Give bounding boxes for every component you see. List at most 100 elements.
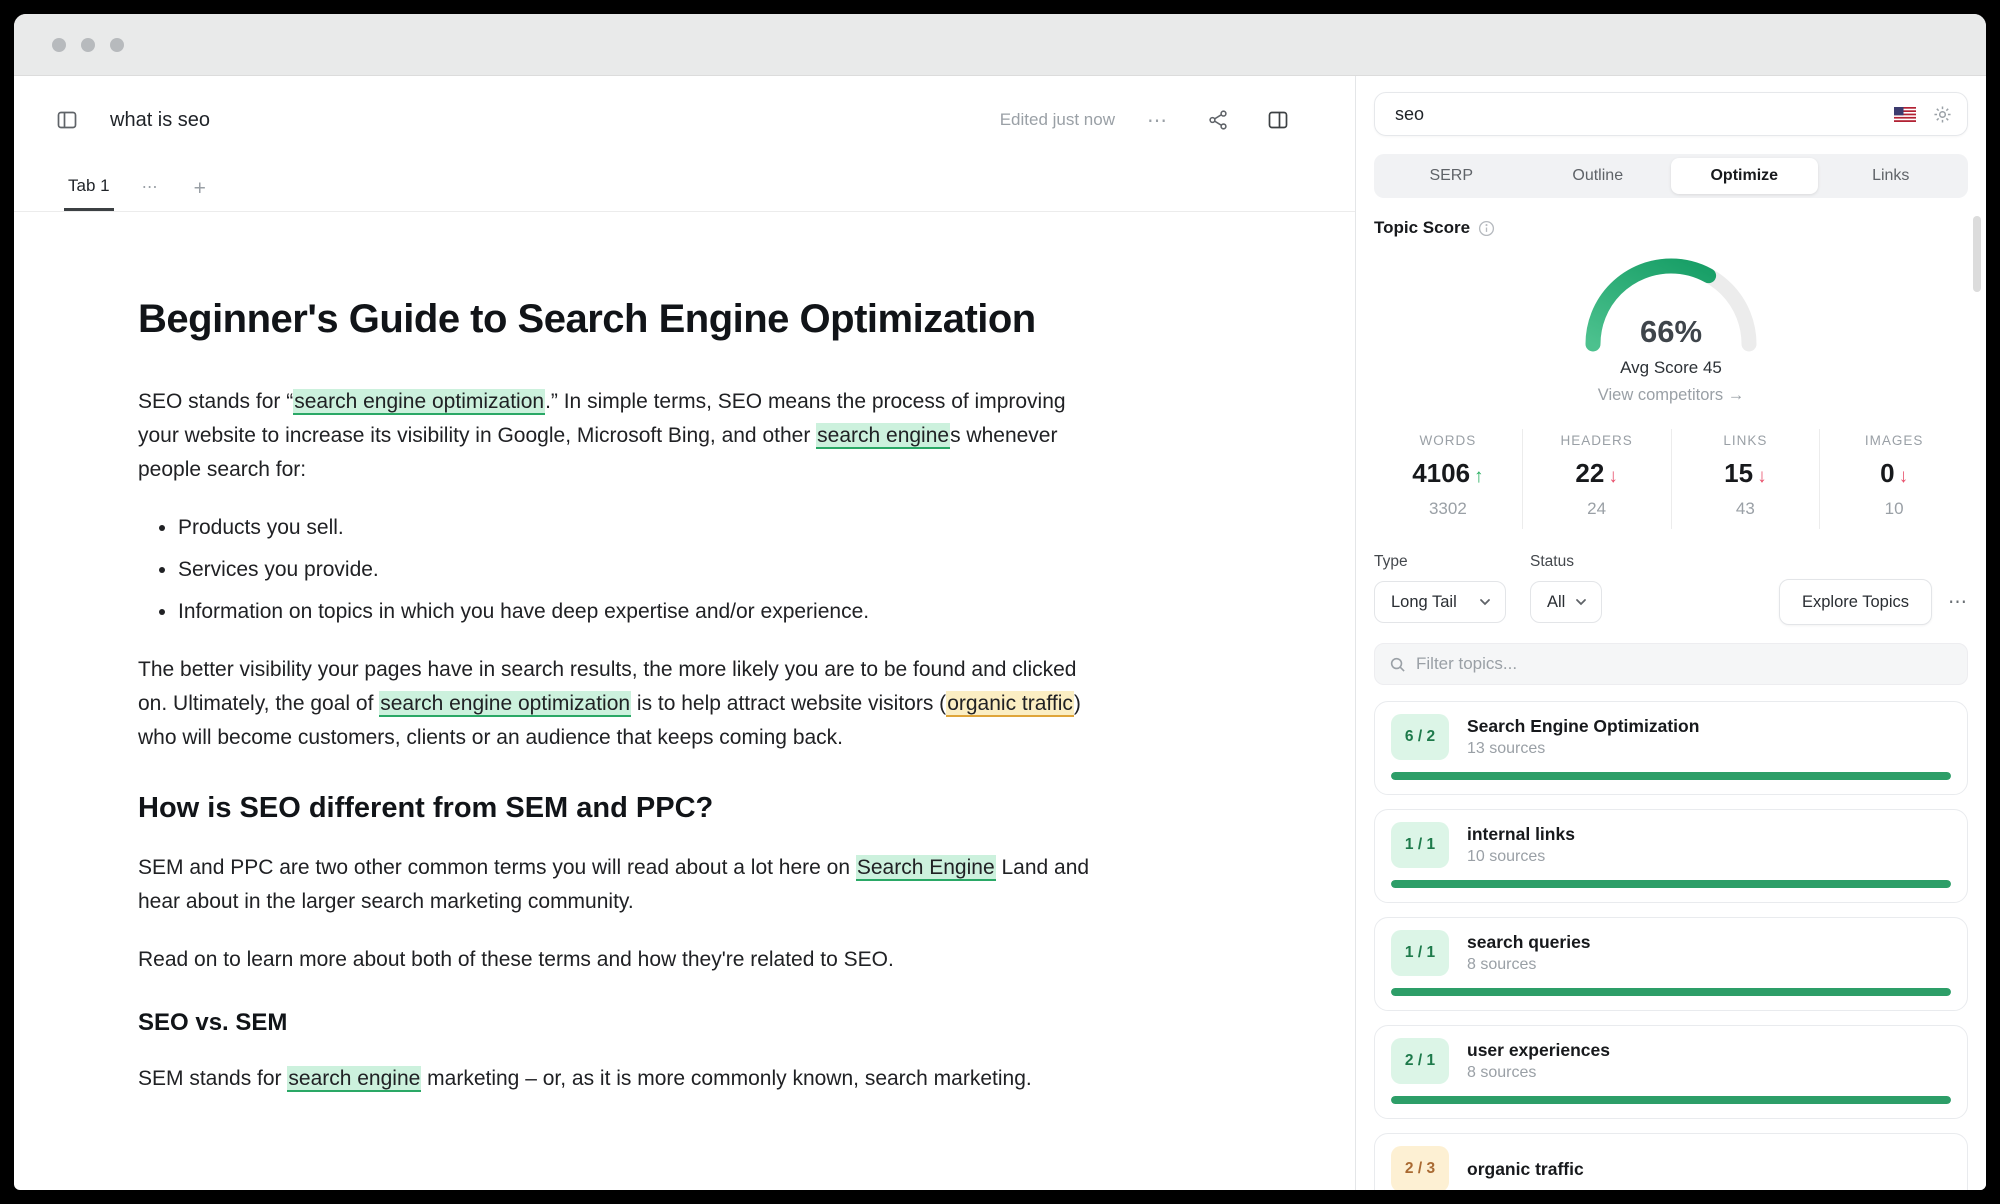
topic-usage-badge: 1 / 1 bbox=[1391, 822, 1449, 868]
topic-card[interactable]: 2 / 3 organic traffic bbox=[1374, 1133, 1968, 1190]
tab-bar: Tab 1 ⋯ + bbox=[14, 164, 1355, 212]
topic-usage-badge: 2 / 1 bbox=[1391, 1038, 1449, 1084]
topics-more-icon[interactable]: ⋯ bbox=[1948, 591, 1968, 614]
document-more-icon[interactable]: ⋯ bbox=[1141, 102, 1175, 139]
bullet-item: Information on topics in which you have … bbox=[178, 595, 1098, 629]
term-highlight-green: search engine bbox=[287, 1066, 422, 1092]
share-icon[interactable] bbox=[1201, 103, 1235, 137]
traffic-light-maximize[interactable] bbox=[110, 37, 124, 52]
term-highlight-green: search engine bbox=[816, 423, 951, 449]
topic-card[interactable]: 6 / 2 Search Engine Optimization 13 source… bbox=[1374, 701, 1968, 795]
panel-tab-optimize[interactable]: Optimize bbox=[1671, 158, 1818, 194]
stat-target: 43 bbox=[1735, 499, 1755, 518]
info-icon[interactable] bbox=[1478, 220, 1495, 237]
type-label: Type bbox=[1374, 553, 1408, 570]
paragraph: Read on to learn more about both of thes… bbox=[138, 943, 1098, 977]
trend-down-icon: ↓ bbox=[1757, 466, 1767, 487]
stat-value: 22 ↓ bbox=[1575, 458, 1618, 488]
panel-scrollbar[interactable] bbox=[1973, 216, 1981, 292]
topic-title: Search Engine Optimization bbox=[1467, 716, 1700, 736]
topic-progress-bar bbox=[1391, 772, 1951, 780]
term-highlight-green: Search Engine bbox=[855, 855, 996, 881]
stat-label: IMAGES bbox=[1864, 433, 1924, 448]
filter-topics-input[interactable] bbox=[1416, 654, 1953, 674]
stat-headers: HEADERS 22 ↓ 24 bbox=[1523, 429, 1672, 529]
term-highlight-green: search engine optimization bbox=[293, 389, 546, 415]
tab-1[interactable]: Tab 1 bbox=[64, 176, 114, 211]
text-run: SEO vs. SEM bbox=[138, 1009, 288, 1036]
sidebar-toggle-icon[interactable] bbox=[50, 103, 84, 137]
arrow-right-icon: → bbox=[1727, 386, 1745, 404]
stat-label: LINKS bbox=[1723, 433, 1768, 448]
page-title: what is seo bbox=[110, 108, 211, 131]
traffic-light-minimize[interactable] bbox=[81, 37, 95, 52]
text-run: SEM stands for bbox=[138, 1067, 288, 1090]
bullet-list: Products you sell. Services you provide. I… bbox=[138, 511, 1098, 629]
text-run: How is SEO different from SEM and PPC? bbox=[138, 792, 714, 824]
topic-sources: 10 sources bbox=[1467, 848, 1546, 865]
us-flag-icon[interactable] bbox=[1894, 106, 1916, 122]
type-dropdown[interactable]: Long Tail bbox=[1374, 581, 1506, 623]
optimize-panel: SERPOutlineOptimizeLinks Topic Score bbox=[1356, 76, 1986, 1190]
panel-tab-outline[interactable]: Outline bbox=[1525, 158, 1672, 194]
topic-sources: 8 sources bbox=[1467, 956, 1537, 973]
traffic-light-close[interactable] bbox=[52, 37, 66, 52]
document-body: Beginner's Guide to Search Engine Optimi… bbox=[138, 294, 1098, 1096]
main-area: what is seo Edited just now ⋯ Tab 1 ⋯ + … bbox=[14, 76, 1986, 1190]
paragraph: SEM stands for search engine marketing –… bbox=[138, 1062, 1098, 1096]
window-titlebar bbox=[14, 14, 1986, 76]
panel-tab-links[interactable]: Links bbox=[1818, 158, 1965, 194]
settings-gear-icon[interactable] bbox=[1932, 104, 1953, 125]
view-competitors-link[interactable]: View competitors → bbox=[1374, 386, 1968, 405]
bullet-item: Services you provide. bbox=[178, 553, 1098, 587]
topics-list: 6 / 2 Search Engine Optimization 13 source… bbox=[1374, 701, 1968, 1190]
keyword-search-box bbox=[1374, 92, 1968, 136]
app-window: what is seo Edited just now ⋯ Tab 1 ⋯ + … bbox=[14, 14, 1986, 1190]
stat-value: 15 ↓ bbox=[1724, 458, 1767, 488]
topic-sources: 8 sources bbox=[1467, 1064, 1537, 1081]
topic-usage-badge: 1 / 1 bbox=[1391, 930, 1449, 976]
document-heading: SEO vs. SEM bbox=[138, 1007, 1098, 1038]
paragraph: SEM and PPC are two other common terms y… bbox=[138, 851, 1098, 919]
topic-sources: 13 sources bbox=[1467, 740, 1546, 757]
stat-words: WORDS 4106 ↑ 3302 bbox=[1374, 429, 1523, 529]
topic-title: user experiences bbox=[1467, 1040, 1611, 1060]
topic-title: internal links bbox=[1467, 824, 1575, 844]
trend-down-icon: ↓ bbox=[1608, 466, 1618, 487]
term-highlight-green: search engine optimization bbox=[379, 691, 632, 717]
editor-header: what is seo Edited just now ⋯ bbox=[14, 76, 1355, 164]
stat-target: 24 bbox=[1587, 499, 1607, 518]
tab-add-icon[interactable]: + bbox=[194, 177, 206, 201]
stat-images: IMAGES 0 ↓ 10 bbox=[1820, 429, 1968, 529]
panel-tab-serp[interactable]: SERP bbox=[1378, 158, 1525, 194]
topic-card[interactable]: 1 / 1 search queries 8 sources bbox=[1374, 917, 1968, 1011]
topic-score-value: 66% bbox=[1639, 314, 1703, 349]
topic-card[interactable]: 1 / 1 internal links 10 sources bbox=[1374, 809, 1968, 903]
topic-progress-bar bbox=[1391, 1096, 1951, 1104]
trend-up-icon: ↑ bbox=[1474, 466, 1484, 487]
paragraph: SEO stands for “search engine optimizati… bbox=[138, 385, 1098, 487]
tab-more-icon[interactable]: ⋯ bbox=[142, 177, 160, 197]
keyword-input[interactable] bbox=[1395, 103, 1894, 125]
bullet-item: Products you sell. bbox=[178, 511, 1098, 545]
topic-score-label: Topic Score bbox=[1374, 218, 1471, 237]
topic-card[interactable]: 2 / 1 user experiences 8 sources bbox=[1374, 1025, 1968, 1119]
stat-links: LINKS 15 ↓ 43 bbox=[1672, 429, 1821, 529]
text-run: is to help attract website visitors ( bbox=[631, 692, 947, 715]
explore-topics-button[interactable]: Explore Topics bbox=[1778, 579, 1932, 625]
topic-title: organic traffic bbox=[1467, 1158, 1584, 1179]
stat-target: 3302 bbox=[1428, 499, 1467, 518]
editor-pane: what is seo Edited just now ⋯ Tab 1 ⋯ + … bbox=[14, 76, 1356, 1190]
panel-tab-group: SERP Outline Optimize Links bbox=[1374, 154, 1968, 198]
split-view-icon[interactable] bbox=[1261, 103, 1295, 137]
document-scroll-area[interactable]: Beginner's Guide to Search Engine Optimi… bbox=[14, 212, 1355, 1190]
status-dropdown[interactable]: All bbox=[1530, 581, 1603, 623]
stat-value: 0 ↓ bbox=[1880, 458, 1909, 488]
text-run: SEM and PPC are two other common terms y… bbox=[138, 856, 856, 879]
topic-score-gauge: 66% bbox=[1566, 240, 1776, 352]
stat-label: HEADERS bbox=[1560, 433, 1633, 448]
topic-usage-badge: 6 / 2 bbox=[1391, 714, 1449, 760]
avg-score: Avg Score 45 bbox=[1620, 358, 1722, 377]
stat-label: WORDS bbox=[1419, 433, 1477, 448]
topic-usage-badge: 2 / 3 bbox=[1391, 1146, 1449, 1190]
